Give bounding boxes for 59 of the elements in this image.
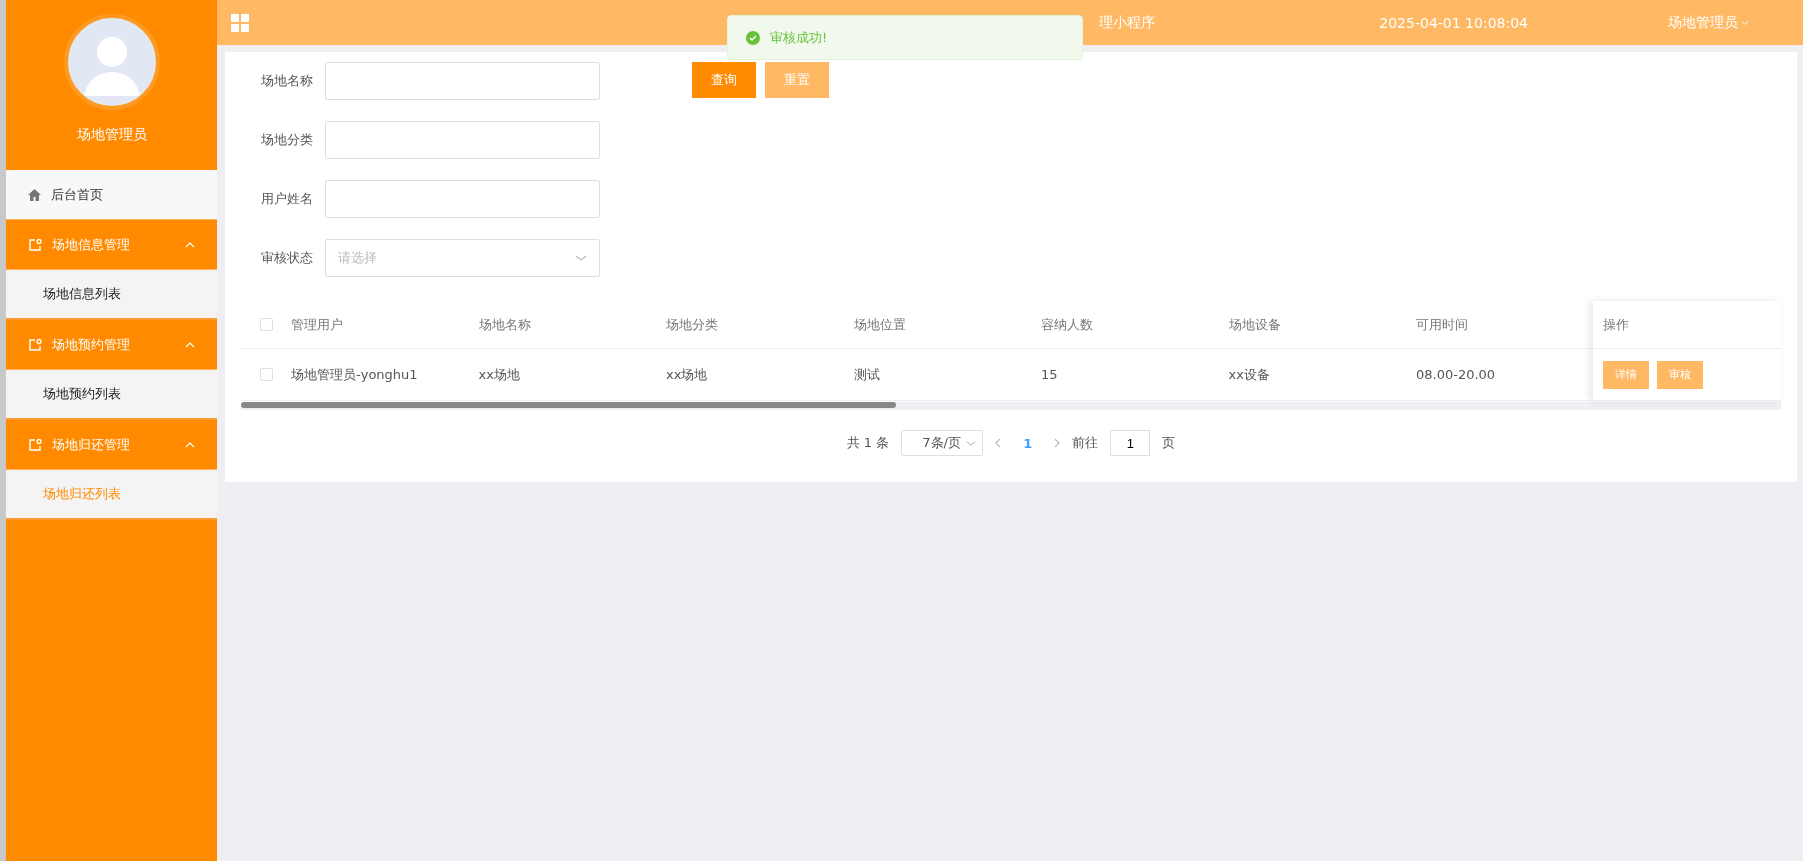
field-label: 场地名称 — [261, 72, 314, 90]
note-icon — [28, 237, 42, 252]
table-cell-text: 场地管理员-yonghu1 — [291, 365, 419, 384]
table-cell-text: 08.00-20.00 — [1416, 367, 1497, 382]
detail-button[interactable]: 详情 — [1603, 360, 1649, 389]
table-cell-text: xx场地 — [478, 365, 521, 384]
select-all-checkbox[interactable] — [259, 318, 273, 331]
page-size-select[interactable]: 7条/页 — [901, 430, 984, 456]
column-header: 场地名称 — [478, 315, 532, 334]
column-header: 场地分类 — [666, 315, 719, 334]
menu-item[interactable]: 后台首页 — [6, 170, 217, 220]
table-cell-text: 测试 — [853, 365, 881, 384]
chevron-down-icon — [1741, 20, 1749, 25]
chevron-up-icon — [185, 241, 195, 248]
prev-page-icon[interactable] — [995, 438, 1002, 448]
column-header: 操作 — [1603, 315, 1629, 334]
goto-suffix: 页 — [1162, 434, 1176, 452]
next-page-icon[interactable] — [1054, 438, 1061, 448]
review-button[interactable]: 审核 — [1657, 360, 1703, 389]
input-field[interactable] — [325, 121, 600, 159]
field-label: 场地分类 — [261, 131, 314, 149]
status-select[interactable]: 请选择 — [325, 239, 600, 277]
check-circle-icon — [746, 30, 760, 45]
home-icon — [28, 188, 41, 201]
grid-menu-icon[interactable] — [231, 13, 249, 32]
toast-message: 审核成功! — [770, 28, 828, 47]
note-icon — [28, 437, 42, 452]
input-field[interactable] — [325, 62, 600, 100]
goto-label: 前往 — [1072, 434, 1099, 452]
field-label: 审核状态 — [261, 249, 314, 267]
search-button[interactable]: 查询 — [692, 62, 756, 98]
datetime: 2025-04-01 10:08:04 — [1379, 14, 1528, 31]
field-label: 用户姓名 — [261, 190, 314, 208]
app-title: 理小程序 — [1099, 13, 1155, 32]
chevron-up-icon — [185, 441, 195, 448]
column-header: 场地位置 — [853, 315, 907, 334]
submenu-item[interactable]: 场地预约列表 — [6, 370, 217, 420]
submenu-item[interactable]: 场地归还列表 — [6, 470, 217, 520]
page-number[interactable]: 1 — [1013, 435, 1043, 451]
column-header: 容纳人数 — [1041, 315, 1094, 334]
chevron-down-icon — [966, 440, 977, 446]
user-name: 场地管理员 — [76, 126, 147, 144]
table-cell-text: xx场地 — [666, 365, 709, 384]
reset-button[interactable]: 重置 — [765, 62, 829, 98]
scrollbar-thumb[interactable] — [241, 402, 896, 408]
goto-page-field[interactable]: 1 — [1110, 430, 1151, 456]
table-cell-text: xx设备 — [1228, 365, 1271, 384]
column-header: 管理用户 — [291, 315, 344, 334]
input-field[interactable] — [325, 180, 600, 218]
note-icon — [28, 337, 42, 352]
user-menu[interactable]: 场地管理员 — [1668, 13, 1749, 32]
table-cell-text: 15 — [1041, 367, 1059, 382]
chevron-up-icon — [185, 341, 195, 348]
total-count: 共 1 条 — [846, 434, 890, 452]
submenu-item[interactable]: 场地信息列表 — [6, 270, 217, 320]
chevron-down-icon — [575, 255, 587, 261]
column-header: 场地设备 — [1228, 315, 1282, 334]
column-header: 可用时间 — [1416, 315, 1469, 334]
row-checkbox[interactable] — [259, 368, 273, 381]
